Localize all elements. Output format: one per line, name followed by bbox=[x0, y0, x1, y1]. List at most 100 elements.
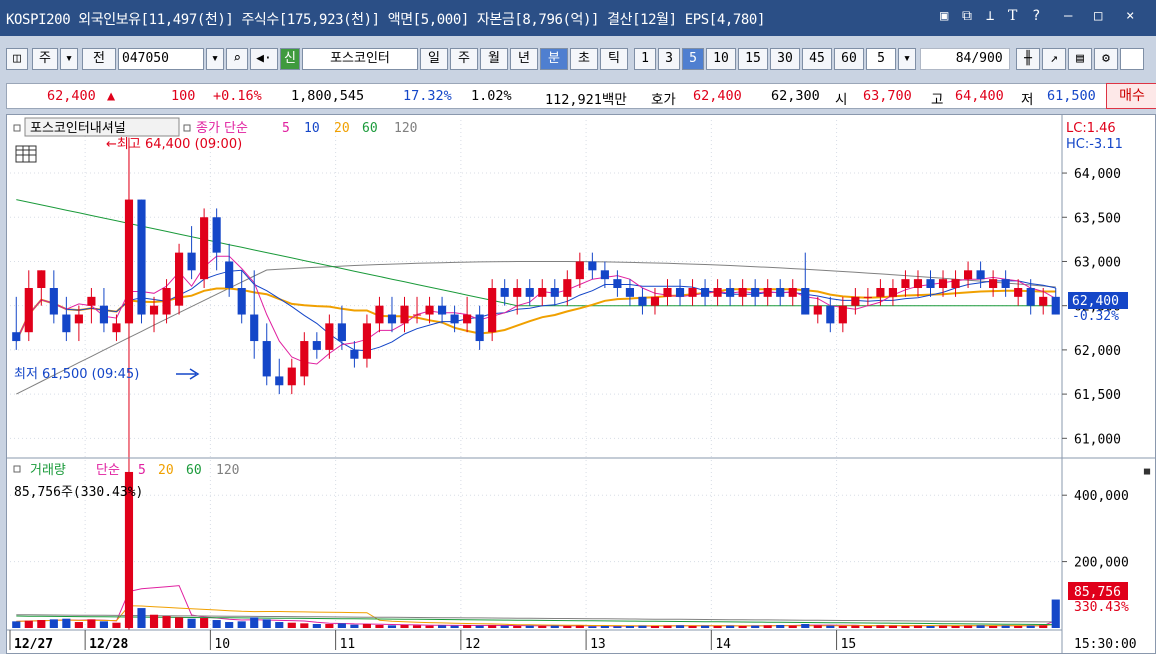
volume-bar[interactable] bbox=[1026, 625, 1035, 628]
volume-bar[interactable] bbox=[450, 625, 459, 628]
volume-bar[interactable] bbox=[300, 623, 309, 628]
candle-body[interactable] bbox=[450, 314, 459, 324]
candle-body[interactable] bbox=[350, 349, 359, 359]
candle-body[interactable] bbox=[438, 305, 447, 315]
candle-body[interactable] bbox=[625, 288, 634, 297]
volume-bar[interactable] bbox=[588, 626, 597, 628]
volume-bar[interactable] bbox=[287, 622, 296, 628]
volume-bar[interactable] bbox=[212, 620, 221, 628]
candle-body[interactable] bbox=[262, 341, 271, 377]
candle-body[interactable] bbox=[500, 288, 509, 297]
volume-bar[interactable] bbox=[175, 617, 184, 628]
candle-body[interactable] bbox=[250, 314, 259, 342]
candle-body[interactable] bbox=[951, 279, 960, 288]
volume-bar[interactable] bbox=[24, 620, 33, 628]
candle-body[interactable] bbox=[1051, 296, 1060, 315]
candle-body[interactable] bbox=[788, 288, 797, 297]
volume-bar[interactable] bbox=[851, 625, 860, 628]
volume-bar[interactable] bbox=[738, 626, 747, 628]
volume-bar[interactable] bbox=[926, 626, 935, 628]
candle-body[interactable] bbox=[362, 323, 371, 359]
volume-bar[interactable] bbox=[838, 626, 847, 628]
volume-bar[interactable] bbox=[438, 625, 447, 628]
legend-toggle-icon[interactable] bbox=[183, 124, 191, 132]
candle-body[interactable] bbox=[976, 270, 985, 280]
candle-body[interactable] bbox=[12, 332, 21, 342]
volume-bar[interactable] bbox=[813, 625, 822, 628]
volume-bar[interactable] bbox=[663, 625, 672, 628]
candle-body[interactable] bbox=[550, 288, 559, 297]
candle-body[interactable] bbox=[112, 323, 121, 333]
volume-bar[interactable] bbox=[538, 626, 547, 628]
volume-bar[interactable] bbox=[876, 625, 885, 628]
volume-bar[interactable] bbox=[938, 625, 948, 628]
volume-bar[interactable] bbox=[412, 625, 422, 628]
volume-bar[interactable] bbox=[337, 623, 346, 628]
candle-body[interactable] bbox=[488, 288, 497, 333]
volume-bar[interactable] bbox=[989, 626, 998, 628]
volume-bar[interactable] bbox=[513, 626, 522, 628]
volume-bar[interactable] bbox=[525, 625, 534, 628]
volume-bar[interactable] bbox=[187, 618, 196, 628]
candle-body[interactable] bbox=[200, 217, 209, 280]
volume-bar[interactable] bbox=[463, 625, 472, 628]
candle-body[interactable] bbox=[538, 288, 547, 297]
candle-body[interactable] bbox=[74, 314, 83, 324]
candle-body[interactable] bbox=[964, 270, 973, 280]
volume-bar[interactable] bbox=[137, 608, 146, 628]
candle-body[interactable] bbox=[475, 314, 484, 342]
candle-body[interactable] bbox=[663, 288, 672, 297]
volume-bar[interactable] bbox=[1039, 625, 1048, 628]
volume-bar[interactable] bbox=[74, 622, 83, 628]
volume-bar[interactable] bbox=[99, 621, 108, 628]
volume-bar[interactable] bbox=[500, 625, 509, 628]
volume-bar[interactable] bbox=[913, 625, 923, 628]
volume-bar[interactable] bbox=[325, 624, 334, 628]
candle-body[interactable] bbox=[237, 288, 246, 315]
volume-bar[interactable] bbox=[49, 619, 58, 628]
volume-bar[interactable] bbox=[312, 624, 321, 628]
candle-body[interactable] bbox=[650, 296, 660, 306]
candle-body[interactable] bbox=[701, 288, 710, 297]
candle-body[interactable] bbox=[813, 305, 822, 315]
candle-body[interactable] bbox=[876, 288, 885, 297]
volume-bar[interactable] bbox=[826, 625, 835, 628]
volume-bar[interactable] bbox=[713, 626, 722, 628]
candle-body[interactable] bbox=[888, 288, 897, 297]
volume-bar[interactable] bbox=[776, 625, 785, 628]
volume-bar[interactable] bbox=[1051, 599, 1060, 628]
volume-bar[interactable] bbox=[225, 622, 234, 628]
candle-body[interactable] bbox=[563, 279, 572, 297]
volume-bar[interactable] bbox=[726, 625, 735, 628]
volume-bar[interactable] bbox=[675, 625, 685, 628]
candle-body[interactable] bbox=[137, 199, 146, 315]
candle-body[interactable] bbox=[525, 288, 534, 297]
candle-body[interactable] bbox=[726, 288, 735, 297]
volume-bar[interactable] bbox=[575, 625, 584, 628]
volume-bar[interactable] bbox=[788, 625, 797, 628]
volume-bar[interactable] bbox=[964, 625, 973, 628]
volume-bar[interactable] bbox=[262, 619, 271, 628]
candle-body[interactable] bbox=[325, 323, 334, 350]
candle-body[interactable] bbox=[713, 288, 722, 297]
volume-bar[interactable] bbox=[149, 614, 159, 628]
volume-bar[interactable] bbox=[362, 624, 371, 628]
volume-bar[interactable] bbox=[650, 626, 660, 628]
volume-bar[interactable] bbox=[12, 621, 21, 628]
volume-bar[interactable] bbox=[400, 625, 409, 628]
candle-body[interactable] bbox=[801, 288, 810, 315]
table-icon[interactable] bbox=[15, 145, 37, 163]
candle-body[interactable] bbox=[1014, 288, 1023, 297]
volume-bar[interactable] bbox=[62, 618, 71, 628]
volume-bar[interactable] bbox=[863, 626, 872, 628]
volume-chart-toggle-icon[interactable] bbox=[13, 465, 21, 473]
candle-body[interactable] bbox=[863, 296, 872, 298]
candle-body[interactable] bbox=[1026, 288, 1035, 306]
volume-bar[interactable] bbox=[801, 624, 810, 628]
candle-body[interactable] bbox=[49, 288, 58, 315]
candle-body[interactable] bbox=[989, 279, 998, 288]
volume-bar[interactable] bbox=[425, 625, 434, 628]
candle-body[interactable] bbox=[913, 279, 923, 288]
candle-body[interactable] bbox=[24, 288, 33, 333]
volume-bar[interactable] bbox=[237, 621, 246, 628]
